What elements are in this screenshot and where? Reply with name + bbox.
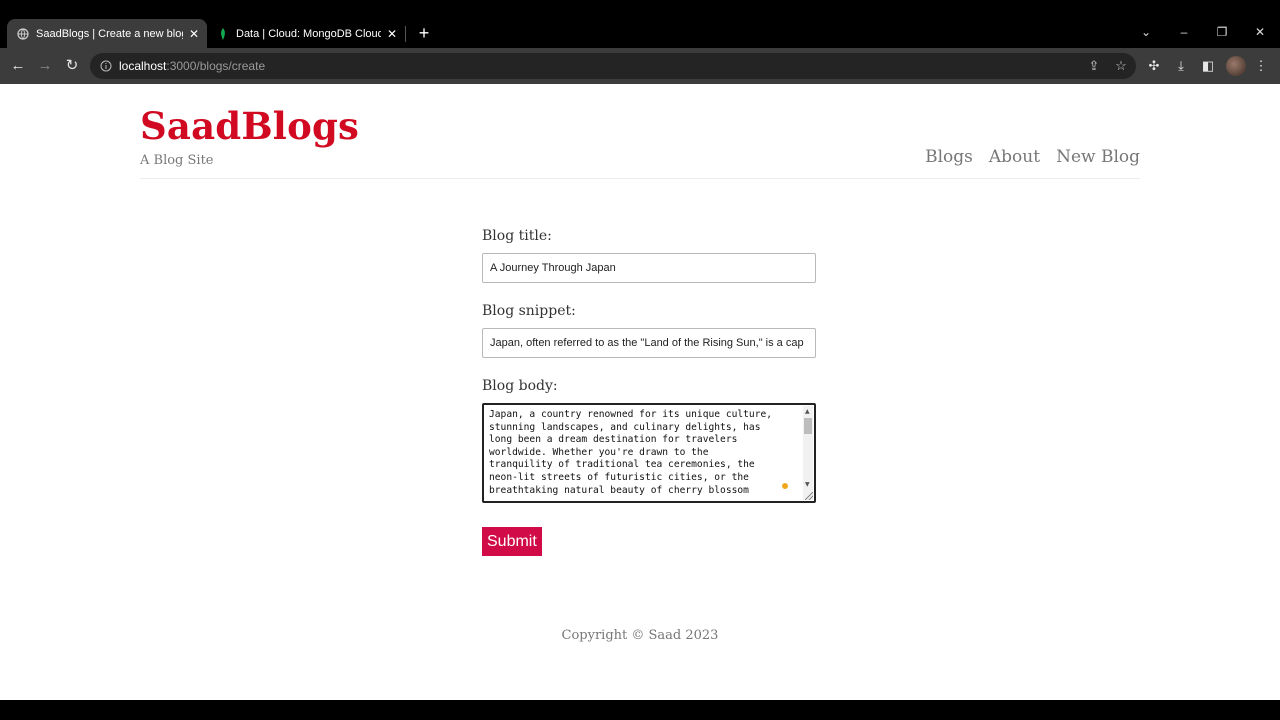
tab-mongodb[interactable]: Data | Cloud: MongoDB Cloud ✕ <box>207 19 405 48</box>
blog-snippet-input[interactable]: Japan, often referred to as the "Land of… <box>482 328 816 358</box>
bookmark-star-icon[interactable]: ☆ <box>1113 58 1129 74</box>
site-tagline: A Blog Site <box>140 153 214 168</box>
forward-arrow-icon[interactable]: → <box>35 56 55 76</box>
profile-avatar[interactable] <box>1226 56 1246 76</box>
site-nav: Blogs About New Blog <box>925 147 1140 167</box>
blog-body-label: Blog body: <box>482 378 558 394</box>
tab-create-blog[interactable]: SaadBlogs | Create a new blog ✕ <box>7 19 207 48</box>
download-icon[interactable]: ⤓ <box>1172 57 1190 75</box>
blog-title-input[interactable]: A Journey Through Japan <box>482 253 816 283</box>
close-window-icon[interactable]: ✕ <box>1250 22 1270 42</box>
site-header: SaadBlogs A Blog Site Blogs About New Bl… <box>140 104 1140 179</box>
restore-icon[interactable]: ❐ <box>1212 22 1232 42</box>
nav-link-about[interactable]: About <box>989 147 1040 167</box>
new-tab-icon[interactable]: + <box>414 23 434 43</box>
minimize-icon[interactable]: – <box>1174 22 1194 42</box>
blog-body-text: Japan, a country renowned for its unique… <box>489 409 773 496</box>
site-footer: Copyright © Saad 2023 <box>561 628 719 643</box>
bottom-black-bar <box>0 700 1280 720</box>
submit-button[interactable]: Submit <box>482 527 542 556</box>
blog-body-textarea[interactable]: Japan, a country renowned for its unique… <box>482 403 816 503</box>
close-tab-icon[interactable]: ✕ <box>183 23 205 45</box>
cursor-highlight <box>782 483 788 489</box>
nav-link-blogs[interactable]: Blogs <box>925 147 973 167</box>
mongodb-leaf-icon <box>217 27 229 40</box>
reload-icon[interactable]: ↻ <box>62 56 82 76</box>
menu-kebab-icon[interactable]: ⋮ <box>1252 57 1270 75</box>
tab-separator <box>405 26 406 42</box>
resize-grip-icon[interactable] <box>805 492 813 500</box>
globe-icon <box>17 27 29 40</box>
tab-strip: SaadBlogs | Create a new blog ✕ Data | C… <box>0 0 1280 48</box>
blog-snippet-label: Blog snippet: <box>482 303 576 319</box>
tab-title: Data | Cloud: MongoDB Cloud <box>236 27 381 40</box>
tab-search-chevron-icon[interactable]: ⌄ <box>1136 22 1156 42</box>
web-page: SaadBlogs A Blog Site Blogs About New Bl… <box>0 84 1280 700</box>
info-icon[interactable] <box>99 59 113 73</box>
share-icon[interactable]: ⇪ <box>1086 58 1102 74</box>
nav-link-new-blog[interactable]: New Blog <box>1056 147 1140 167</box>
scroll-up-arrow-icon[interactable]: ▲ <box>805 408 810 415</box>
side-panel-icon[interactable]: ◧ <box>1199 57 1217 75</box>
back-arrow-icon[interactable]: ← <box>8 56 28 76</box>
url-text: localhost:3000/blogs/create <box>119 59 266 73</box>
create-blog-form: Blog title: A Journey Through Japan Blog… <box>482 228 816 556</box>
textarea-scrollbar[interactable]: ▲ ▼ <box>803 406 813 500</box>
close-tab-icon[interactable]: ✕ <box>381 23 403 45</box>
site-brand[interactable]: SaadBlogs <box>140 104 359 148</box>
browser-toolbar: ← → ↻ localhost:3000/blogs/create ⇪ ☆ ✣ … <box>0 48 1280 84</box>
extensions-puzzle-icon[interactable]: ✣ <box>1145 57 1163 75</box>
scroll-thumb[interactable] <box>804 418 812 434</box>
address-bar[interactable]: localhost:3000/blogs/create ⇪ ☆ <box>90 53 1136 79</box>
scroll-down-arrow-icon[interactable]: ▼ <box>805 481 810 488</box>
tab-title: SaadBlogs | Create a new blog <box>36 27 183 40</box>
blog-title-label: Blog title: <box>482 228 552 244</box>
